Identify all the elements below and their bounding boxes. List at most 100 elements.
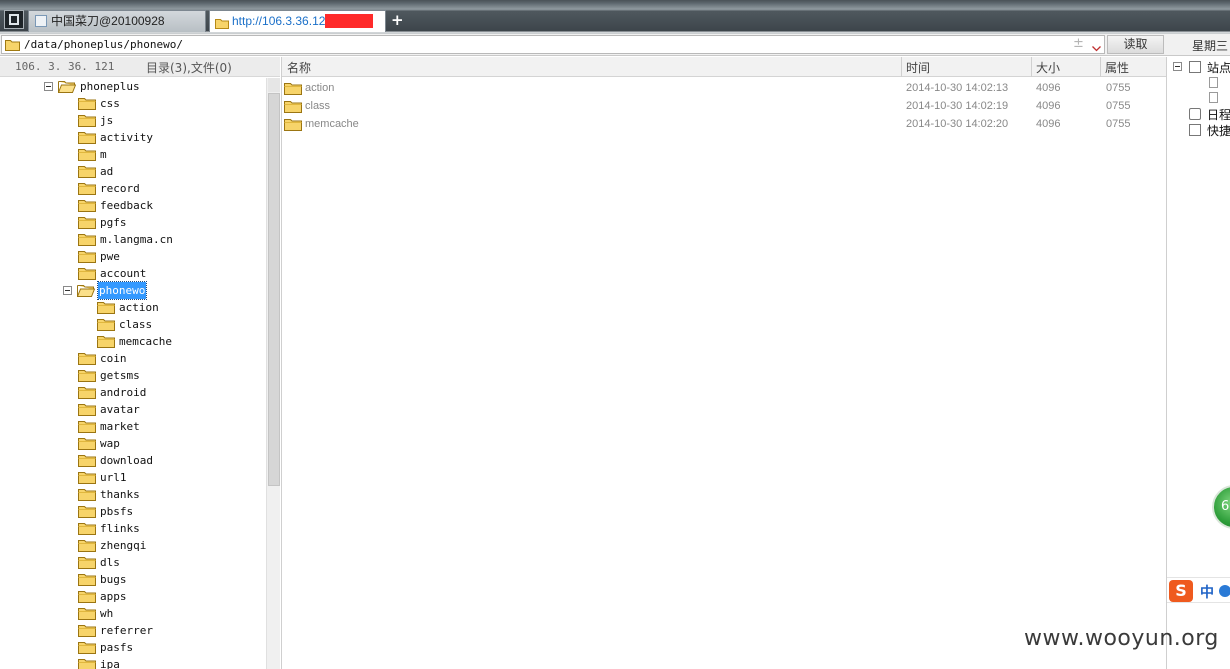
window-menu-button[interactable] [4, 10, 24, 29]
tab-label: http://106.3.36.121 [232, 14, 333, 28]
tree-node-label: ad [100, 165, 114, 178]
file-time: 2014-10-30 14:02:13 [906, 82, 1009, 94]
file-row[interactable]: action 2014-10-30 14:02:13 4096 0755 [282, 79, 1167, 97]
folder-icon [78, 97, 96, 115]
ime-toolbar[interactable]: S 中 [1167, 577, 1230, 603]
expand-toggle[interactable]: ± [1073, 36, 1084, 51]
tree-node-label: m.langma.cn [100, 233, 173, 246]
tree-node-label: action [119, 301, 159, 314]
document-icon [1209, 92, 1218, 103]
tree-node-label: record [100, 182, 140, 195]
folder-icon [78, 624, 96, 642]
folder-icon [78, 607, 96, 625]
column-attr[interactable]: 属性 [1105, 59, 1129, 76]
file-time: 2014-10-30 14:02:20 [906, 118, 1009, 130]
tree-node-label: account [100, 267, 147, 280]
folder-icon [78, 437, 96, 455]
tree-scrollbar[interactable] [266, 78, 280, 669]
read-button[interactable]: 读取 [1107, 35, 1164, 54]
folder-icon [78, 658, 96, 669]
watermark: www.wooyun.org [1024, 626, 1219, 651]
folder-icon [97, 318, 115, 336]
tree-node-label: feedback [100, 199, 153, 212]
tree-node-label: pgfs [100, 216, 127, 229]
column-time[interactable]: 时间 [906, 59, 930, 76]
folder-icon [78, 556, 96, 574]
folder-icon [78, 386, 96, 404]
ime-mode-toggle[interactable]: 中 [1200, 582, 1214, 602]
floating-badge[interactable]: 6 [1212, 485, 1230, 529]
collapse-toggle[interactable] [63, 286, 72, 295]
scroll-up-button[interactable] [268, 78, 280, 92]
file-list-panel: 名称 时间 大小 属性 action 2014-10-30 14:02:13 409… [281, 57, 1167, 669]
schedule-label: 日程 [1207, 108, 1230, 122]
folder-icon [78, 250, 96, 268]
folder-icon [78, 522, 96, 540]
tree-node-label: wap [100, 437, 120, 450]
folder-icon [78, 471, 96, 489]
clock-icon [1189, 108, 1201, 120]
side-panel: 站点 日程 快捷 6 S 中 [1166, 57, 1230, 669]
folder-open-icon [76, 284, 96, 302]
file-attr: 0755 [1106, 118, 1131, 130]
folder-icon [78, 539, 96, 557]
folder-icon [78, 488, 96, 506]
tree-header: 106. 3. 36. 121 目录(3),文件(0) [0, 57, 280, 77]
address-row: /data/phoneplus/phonewo/ ± 读取 星期三 [0, 34, 1230, 56]
folder-icon [78, 352, 96, 370]
collapse-toggle[interactable] [1173, 62, 1182, 71]
tab-label: 中国菜刀@20100928 [51, 14, 165, 28]
sogou-ime-icon[interactable]: S [1169, 580, 1193, 602]
folder-icon [78, 199, 96, 217]
scroll-thumb[interactable] [268, 93, 280, 486]
path-input[interactable]: /data/phoneplus/phonewo/ ± [1, 35, 1105, 54]
collapse-toggle[interactable] [44, 82, 53, 91]
file-row[interactable]: class 2014-10-30 14:02:19 4096 0755 [282, 97, 1167, 115]
tree-node-label: pasfs [100, 641, 134, 654]
folder-icon [78, 369, 96, 387]
tree-node-label: thanks [100, 488, 140, 501]
window-icon [9, 14, 19, 25]
directory-tree-panel: 106. 3. 36. 121 目录(3),文件(0) phoneplus css… [0, 57, 280, 669]
tree-node-label: apps [100, 590, 127, 603]
tree-node-label: coin [100, 352, 127, 365]
site-icon [1189, 61, 1201, 73]
shortcut-label: 快捷 [1207, 124, 1230, 138]
tree-node-label: dls [100, 556, 120, 569]
tree-node-label: pbsfs [100, 505, 134, 518]
folder-icon [78, 420, 96, 438]
chevron-down-icon[interactable] [1092, 41, 1101, 52]
ime-moon-icon[interactable] [1219, 585, 1230, 597]
tree-node-label: js [100, 114, 114, 127]
new-tab-button[interactable]: + [391, 11, 404, 29]
tree-node-label: zhengqi [100, 539, 147, 552]
column-size[interactable]: 大小 [1036, 59, 1060, 76]
tree-node-label: flinks [100, 522, 140, 535]
tree-node-label: css [100, 97, 120, 110]
tab-bar: 中国菜刀@20100928 http://106.3.36.121 + [0, 0, 1230, 34]
folder-icon [78, 505, 96, 523]
tree-node-label: phoneplus [80, 80, 140, 93]
folder-icon [284, 118, 302, 137]
tree-node-label: android [100, 386, 147, 399]
folder-icon [78, 182, 96, 200]
tree-node-label: bugs [100, 573, 127, 586]
column-name[interactable]: 名称 [287, 59, 311, 76]
tree-node-label: phonewo [96, 281, 148, 300]
folder-icon [5, 39, 20, 54]
file-row[interactable]: memcache 2014-10-30 14:02:20 4096 0755 [282, 115, 1167, 133]
host-label: 106. 3. 36. 121 [15, 60, 115, 73]
redaction-block [325, 14, 373, 28]
tab-caidao[interactable]: 中国菜刀@20100928 [28, 10, 206, 32]
path-text: /data/phoneplus/phonewo/ [24, 38, 183, 51]
tree-node-label: avatar [100, 403, 140, 416]
folder-icon [78, 590, 96, 608]
folder-icon [78, 233, 96, 251]
tree-node-label: market [100, 420, 140, 433]
folder-icon [78, 148, 96, 166]
tree-node-label: m [100, 148, 107, 161]
site-label: 站点 [1207, 61, 1230, 75]
tree-node-label: getsms [100, 369, 140, 382]
directory-tree: phoneplus css js activity m ad record feedback p… [0, 78, 266, 669]
file-attr: 0755 [1106, 82, 1131, 94]
